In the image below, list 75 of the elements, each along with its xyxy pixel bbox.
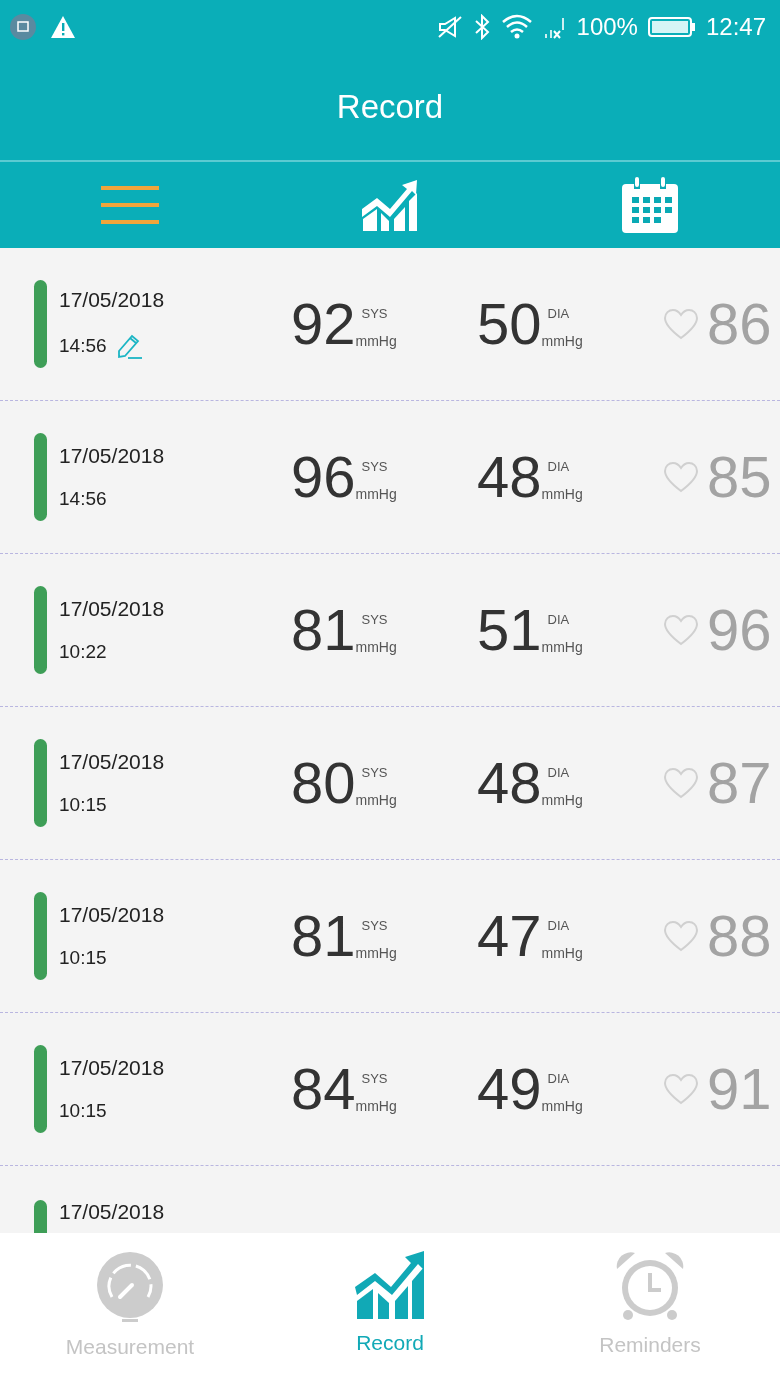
diastolic-value: 48: [477, 754, 542, 812]
unit-label: mmHg: [541, 1097, 583, 1114]
record-date: 17/05/2018: [59, 1200, 166, 1224]
screenshot-icon: [10, 14, 36, 40]
mute-icon: [436, 15, 463, 39]
pulse-value: 87: [707, 754, 772, 812]
calendar-icon: [622, 177, 678, 233]
record-date: 17/05/2018: [59, 903, 166, 927]
unit-label: mmHg: [355, 485, 397, 502]
diastolic-value: 47: [477, 907, 542, 965]
diastolic-value: 48: [477, 448, 542, 506]
record-date: 17/05/2018: [59, 444, 166, 468]
page-title: Record: [336, 88, 444, 126]
alarm-clock-icon: [615, 1251, 685, 1321]
record-time: 10:15: [59, 947, 107, 969]
systolic-value: 96: [291, 448, 356, 506]
unit-label: mmHg: [541, 791, 583, 808]
battery-icon: [647, 16, 696, 38]
record-time: 14:56: [59, 488, 107, 510]
systolic-label: SYS: [361, 458, 389, 474]
unit-label: mmHg: [541, 485, 583, 502]
systolic-value: 92: [291, 295, 356, 353]
pulse-value: 85: [707, 448, 772, 506]
diastolic-value: 51: [477, 601, 542, 659]
heart-icon: [663, 461, 699, 493]
unit-label: mmHg: [355, 944, 397, 961]
systolic-label: SYS: [361, 764, 389, 780]
heart-icon: [663, 920, 699, 952]
unit-label: mmHg: [541, 944, 583, 961]
diastolic-label: DIA: [547, 1070, 571, 1086]
diastolic-label: DIA: [547, 917, 571, 933]
record-date: 17/05/2018: [59, 1056, 166, 1080]
heart-icon: [663, 308, 699, 340]
systolic-value: 80: [291, 754, 356, 812]
menu-icon: [101, 184, 159, 226]
record-date: 17/05/2018: [59, 288, 166, 312]
diastolic-label: DIA: [547, 458, 571, 474]
unit-label: mmHg: [541, 638, 583, 655]
systolic-label: SYS: [361, 1070, 389, 1086]
pulse-value: 91: [707, 1060, 772, 1118]
systolic-value: 81: [291, 907, 356, 965]
unit-label: mmHg: [355, 638, 397, 655]
battery-percent: 100%: [576, 13, 638, 41]
gauge-icon: [96, 1251, 164, 1323]
diastolic-value: 49: [477, 1060, 542, 1118]
diastolic-label: DIA: [547, 305, 571, 321]
systolic-value: 84: [291, 1060, 356, 1118]
warning-icon: [50, 15, 76, 39]
systolic-label: SYS: [361, 305, 389, 321]
diastolic-value: 50: [477, 295, 542, 353]
chart-icon: [355, 1251, 425, 1319]
systolic-label: SYS: [361, 917, 389, 933]
unit-label: mmHg: [355, 1097, 397, 1114]
record-time: 10:15: [59, 1100, 107, 1122]
record-time: 14:56: [59, 335, 107, 357]
clock-time: 12:47: [705, 13, 766, 41]
record-time: 10:22: [59, 641, 107, 663]
systolic-value: 81: [291, 601, 356, 659]
heart-icon: [663, 767, 699, 799]
pulse-value: 96: [707, 601, 772, 659]
pulse-value: 86: [707, 295, 772, 353]
diastolic-label: DIA: [547, 764, 571, 780]
heart-icon: [663, 614, 699, 646]
unit-label: mmHg: [541, 332, 583, 349]
record-date: 17/05/2018: [59, 750, 166, 774]
record-date: 17/05/2018: [59, 597, 166, 621]
unit-label: mmHg: [355, 791, 397, 808]
unit-label: mmHg: [355, 332, 397, 349]
wifi-icon: [500, 14, 533, 40]
systolic-label: SYS: [361, 611, 389, 627]
diastolic-label: DIA: [547, 611, 571, 627]
pulse-value: 88: [707, 907, 772, 965]
chart-icon: [361, 179, 419, 231]
heart-icon: [663, 1073, 699, 1105]
record-time: 10:15: [59, 794, 107, 816]
